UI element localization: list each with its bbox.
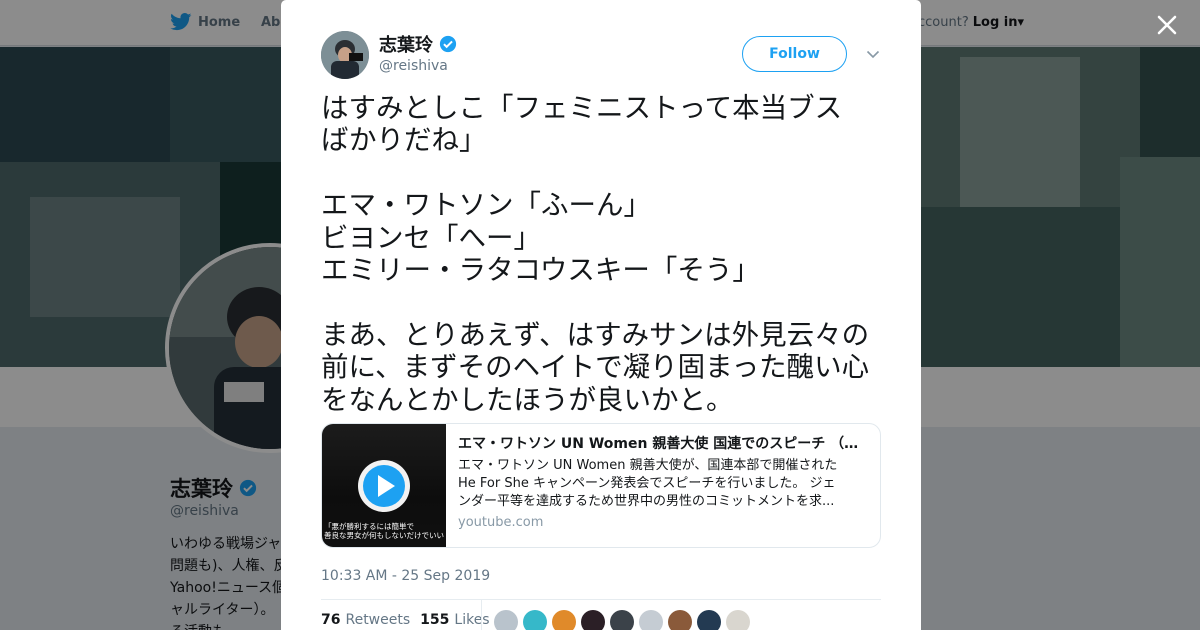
close-modal-button[interactable]: [1154, 12, 1180, 38]
retweets-label: Retweets: [345, 612, 411, 628]
tweet-text-line: エミリー・ラタコウスキー「そう」: [321, 254, 760, 287]
card-description-line: He For She キャンペーン発表会でスピーチを行いました。 ジェ: [458, 476, 836, 491]
liker-avatar[interactable]: [639, 610, 663, 630]
liker-avatar[interactable]: [581, 610, 605, 630]
liker-avatar[interactable]: [697, 610, 721, 630]
tweet-modal: 志葉玲 @reishiva Follow はすみとしこ「フェミニストって本当ブス…: [281, 0, 921, 630]
follow-button[interactable]: Follow: [742, 36, 847, 72]
tweet-text-line: [321, 286, 886, 318]
liker-avatar[interactable]: [610, 610, 634, 630]
tweet-text-line: [321, 157, 886, 189]
author-name[interactable]: 志葉玲: [379, 31, 457, 57]
thumbnail-caption: 「悪が勝利するには簡単で 善良な男女が何もしないだけでいい」: [324, 522, 444, 540]
liker-avatar[interactable]: [523, 610, 547, 630]
tweet-timestamp[interactable]: 10:33 AM - 25 Sep 2019: [321, 568, 490, 584]
card-description-line: ンダー平等を達成するため世界中の男性のコミットメントを求...: [458, 494, 835, 509]
tweet-text-line: をなんとかしたほうが良いかと。: [321, 383, 734, 416]
tweet-stats: 76 Retweets 155 Likes: [321, 612, 490, 628]
liker-avatars: [494, 610, 750, 630]
tweet-options-button[interactable]: [865, 46, 881, 62]
video-thumbnail[interactable]: 「悪が勝利するには簡単で 善良な男女が何もしないだけでいい」: [322, 424, 446, 547]
stats-separator: [481, 600, 482, 630]
card-body: エマ・ワトソン UN Women 親善大使 国連でのスピーチ （日... エマ・…: [446, 424, 880, 547]
tweet-text-line: ビヨンセ「へー」: [321, 221, 541, 254]
tweet-text-line: はすみとしこ「フェミニストって本当ブス: [321, 92, 843, 124]
tweet-text-line: 前に、まずそのヘイトで凝り固まった醜い心: [321, 351, 870, 384]
likes-stat[interactable]: 155 Likes: [420, 612, 489, 628]
tweet-text-line: まあ、とりあえず、はすみサンは外見云々の: [321, 318, 870, 351]
likes-count: 155: [420, 612, 450, 628]
verified-badge-icon: [439, 35, 457, 53]
divider: [321, 599, 881, 600]
tweet-text: はすみとしこ「フェミニストって本当ブス ばかりだね」 エマ・ワトソン「ふーん」 …: [321, 92, 886, 416]
author-avatar-photo: [321, 31, 369, 79]
retweets-stat[interactable]: 76 Retweets: [321, 612, 410, 628]
liker-avatar[interactable]: [668, 610, 692, 630]
thumbnail-caption-line: 善良な男女が何もしないだけでいい」: [324, 531, 444, 540]
card-title: エマ・ワトソン UN Women 親善大使 国連でのスピーチ （日...: [458, 436, 868, 452]
retweets-count: 76: [321, 612, 341, 628]
liker-avatar[interactable]: [552, 610, 576, 630]
author-name-text: 志葉玲: [379, 35, 433, 56]
tweet-text-line: エマ・ワトソン「ふーん」: [321, 189, 651, 222]
thumbnail-caption-line: 「悪が勝利するには簡単で: [324, 522, 414, 531]
tweet-text-line: ばかりだね」: [321, 124, 487, 157]
author-avatar[interactable]: [321, 31, 369, 79]
close-icon: [1157, 15, 1177, 35]
liker-avatar[interactable]: [494, 610, 518, 630]
author-handle[interactable]: @reishiva: [379, 58, 448, 74]
liker-avatar[interactable]: [726, 610, 750, 630]
card-description: エマ・ワトソン UN Women 親善大使が、国連本部で開催された He For…: [458, 457, 868, 511]
likes-label: Likes: [454, 612, 490, 628]
link-preview-card[interactable]: 「悪が勝利するには簡単で 善良な男女が何もしないだけでいい」 エマ・ワトソン U…: [321, 423, 881, 548]
card-description-line: エマ・ワトソン UN Women 親善大使が、国連本部で開催された: [458, 458, 838, 473]
chevron-down-icon: [866, 50, 880, 59]
card-domain: youtube.com: [458, 515, 544, 530]
play-icon: [358, 460, 410, 512]
